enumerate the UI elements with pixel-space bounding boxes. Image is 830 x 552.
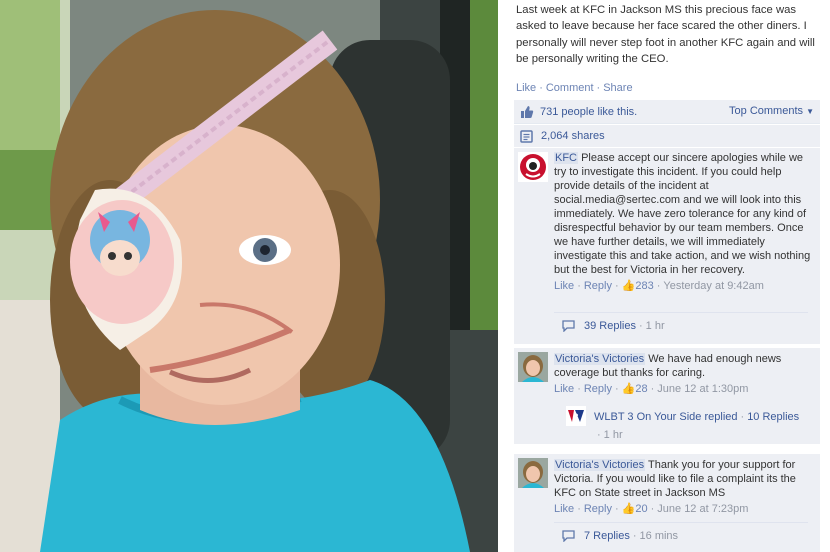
reply-preview-author[interactable]: WLBT 3 On Your Side bbox=[594, 411, 701, 423]
comment-time[interactable]: Yesterday at 9:42am bbox=[663, 280, 764, 292]
victoria-avatar[interactable] bbox=[518, 352, 548, 382]
reply-bubble-icon bbox=[562, 319, 575, 332]
thumbs-up-icon[interactable]: 👍 bbox=[622, 383, 636, 395]
shares-count-link[interactable]: 2,064 shares bbox=[541, 130, 605, 142]
comment-like-count[interactable]: 28 bbox=[635, 383, 647, 395]
wlbt-logo-avatar: 3 bbox=[566, 406, 586, 426]
thumbs-up-icon[interactable]: 👍 bbox=[622, 280, 636, 292]
reply-preview-count[interactable]: 10 Replies bbox=[747, 411, 799, 423]
thumbs-up-icon bbox=[521, 105, 534, 118]
dropdown-caret-icon: ▼ bbox=[806, 107, 814, 116]
comment-author[interactable]: KFC bbox=[554, 152, 578, 164]
comment-reply-link[interactable]: Reply bbox=[584, 503, 612, 515]
comment-text: Please accept our sincere apologies whil… bbox=[554, 152, 811, 276]
facebook-post-panel: Last week at KFC in Jackson MS this prec… bbox=[506, 0, 824, 552]
shares-row: 2,064 shares bbox=[514, 125, 820, 147]
comment-like-count[interactable]: 20 bbox=[635, 503, 647, 515]
share-icon bbox=[520, 129, 533, 143]
likes-row: 731 people like this. Top Comments ▼ bbox=[514, 100, 820, 124]
girl-photo-illustration bbox=[0, 0, 498, 552]
comment-time[interactable]: June 12 at 7:23pm bbox=[657, 503, 748, 515]
replies-count[interactable]: 7 Replies bbox=[584, 530, 630, 542]
comment-like-count[interactable]: 283 bbox=[635, 280, 653, 292]
post-actions: Like · Comment · Share bbox=[516, 82, 633, 94]
post-text: Last week at KFC in Jackson MS this prec… bbox=[516, 4, 815, 65]
post-comment-link[interactable]: Comment bbox=[546, 82, 594, 94]
replies-time: 1 hr bbox=[645, 319, 665, 332]
replies-count[interactable]: 39 Replies bbox=[584, 320, 636, 332]
reply-bubble-icon bbox=[562, 529, 575, 542]
comment-meta: Like · Reply · 👍283 · Yesterday at 9:42am bbox=[554, 280, 764, 292]
comment-victorias-victories-1: Victoria's Victories We have had enough … bbox=[514, 348, 820, 444]
reply-preview-action: replied bbox=[704, 411, 738, 423]
comment-meta: Like · Reply · 👍20 · June 12 at 7:23pm bbox=[554, 503, 749, 515]
replies-time: 16 mins bbox=[639, 529, 679, 542]
comment-author[interactable]: Victoria's Victories bbox=[554, 459, 646, 471]
thumbs-up-icon[interactable]: 👍 bbox=[622, 503, 636, 515]
svg-text:3: 3 bbox=[573, 413, 579, 423]
reply-preview[interactable]: 3 WLBT 3 On Your Side replied · 10 Replies… bbox=[554, 402, 816, 442]
likes-count-link[interactable]: 731 people like this. bbox=[540, 106, 637, 118]
comment-meta: Like · Reply · 👍28 · June 12 at 1:30pm bbox=[554, 383, 749, 395]
victoria-avatar[interactable] bbox=[518, 458, 548, 488]
post-like-link[interactable]: Like bbox=[516, 82, 536, 94]
comment-reply-link[interactable]: Reply bbox=[584, 280, 612, 292]
comment-reply-link[interactable]: Reply bbox=[584, 383, 612, 395]
reply-preview-time: 1 hr bbox=[603, 429, 623, 441]
replies-link[interactable]: 39 Replies · 1 hr bbox=[554, 312, 808, 338]
kfc-logo-avatar[interactable] bbox=[518, 152, 548, 182]
comment-time[interactable]: June 12 at 1:30pm bbox=[657, 383, 748, 395]
post-photo[interactable] bbox=[0, 0, 498, 552]
top-comments-label: Top Comments bbox=[729, 105, 804, 117]
comment-like-link[interactable]: Like bbox=[554, 280, 574, 292]
comment-author[interactable]: Victoria's Victories bbox=[554, 353, 646, 365]
top-comments-dropdown[interactable]: Top Comments ▼ bbox=[729, 105, 814, 117]
post-share-link[interactable]: Share bbox=[603, 82, 632, 94]
replies-link[interactable]: 7 Replies · 16 mins bbox=[554, 522, 808, 548]
comment-like-link[interactable]: Like bbox=[554, 383, 574, 395]
comment-kfc: KFC Please accept our sincere apologies … bbox=[514, 148, 820, 344]
comment-victorias-victories-2: Victoria's Victories Thank you for your … bbox=[514, 454, 820, 552]
comment-like-link[interactable]: Like bbox=[554, 503, 574, 515]
